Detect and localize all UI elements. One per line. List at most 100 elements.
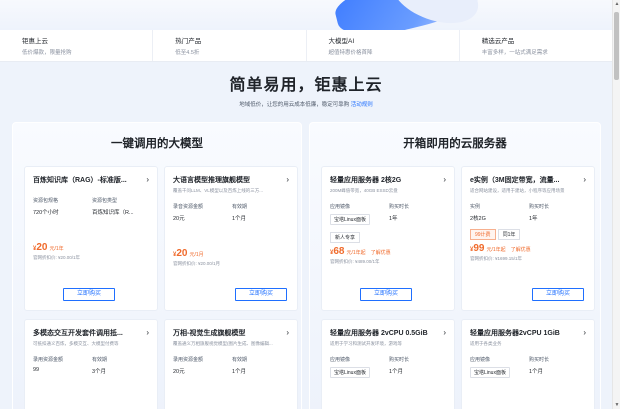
product-card[interactable]: 轻量应用服务器2vCPU 1GiB › 适用于各类业务 应用镜像 购买时长 宝塔… [461,319,595,409]
spec-value: 2核2G [470,216,486,222]
card-desc: 覆盖通义万相旗舰视觉模型(图片生成、图像编辑... [173,341,273,346]
promo-desc: 低至4.5折 [175,50,200,56]
original-price: 官网折扣价: ¥20.00/1月 [173,261,221,266]
chevron-right-icon[interactable]: › [146,329,149,337]
scroll-up-icon[interactable]: ▲ [613,1,620,7]
server-panel: 开箱即用的云服务器 轻量应用服务器 2核2G › 200M峰值带宽，40GB E… [309,122,601,409]
product-card[interactable]: 轻量应用服务器 2vCPU 0.5GiB › 适用于学习和测试开发环境，游戏等 … [321,319,455,409]
spec-value: 1年 [389,216,398,222]
spec-value: 1个月 [529,369,544,375]
spec-value: 百炼知识库（R... [92,210,134,216]
promo-title: 热门产品 [175,38,202,45]
tag: 99计费 [470,229,496,240]
chevron-right-icon[interactable]: › [443,329,446,337]
card-title: e实例（3M固定带宽，流量... [470,177,560,184]
image-select[interactable]: 宝塔Linux面板 [330,367,370,378]
hero-banner [0,0,612,30]
original-price: 官网折扣价: ¥489.00/1年 [330,259,380,264]
rules-link[interactable]: 活动规则 [351,102,373,108]
spec-value: 1个月 [232,216,247,222]
product-card[interactable]: 多模态交互开发套件调用抵... › 可抵扣通义百炼，多模交互、大模型付费等 录用… [24,319,158,409]
learn-more-link[interactable]: 了解优惠 [511,246,531,253]
spec-value: 3个月 [92,369,107,375]
price: 99 [470,243,484,254]
spec-value: 20元 [173,216,185,222]
spec-label: 购买时长 [529,204,550,210]
panel-title: 开箱即用的云服务器 [403,138,507,150]
section-subtitle-text: 地域低价，让您的用云成本低廉，稳定可靠购 [239,102,350,108]
card-title: 多模态交互开发套件调用抵... [33,330,123,337]
spec-label: 应用镜像 [330,204,351,210]
llm-panel: 一键调用的大模型 百炼知识库（RAG）-标准版... › 资源包规格 资源包类型… [12,122,302,409]
image-select[interactable]: 宝塔Linux面板 [470,367,510,378]
product-card[interactable]: 大语言模型推理旗舰模型 › 覆盖千问LLM、VL模型以及百炼上线的三方... 录… [164,166,298,311]
spec-label: 录音资源金额 [173,204,204,210]
spec-value: 720个小时 [33,210,59,216]
chevron-right-icon[interactable]: › [583,329,586,337]
promo-item[interactable]: 大模型AI 超值特惠价格首降 [307,30,460,61]
promo-item[interactable]: 精选云产品 丰富多样，一站式满足需求 [460,30,612,61]
scrollbar[interactable]: ▲ ▼ [612,0,620,409]
promo-item[interactable]: 钜惠上云 低价爆款，限量抢购 [0,30,154,61]
promo-desc: 超值特惠价格首降 [328,50,373,56]
learn-more-link[interactable]: 了解优惠 [371,249,391,256]
product-card[interactable]: e实例（3M固定带宽，流量... › 适合网站建设，适用于建站，小程序等应用场景… [461,166,595,311]
product-card[interactable]: 百炼知识库（RAG）-标准版... › 资源包规格 资源包类型 720个小时 百… [24,166,158,311]
spec-label: 有效期 [232,357,248,363]
spec-value: 1年 [529,216,538,222]
card-title: 轻量应用服务器 2核2G [330,177,402,184]
price-unit: 元/1年 [49,246,64,252]
chevron-right-icon[interactable]: › [286,329,289,337]
original-price: 官网折扣价: ¥20.00/1年 [33,255,81,260]
spec-value: 1个月 [389,369,404,375]
spec-value: 20元 [173,369,185,375]
chevron-right-icon[interactable]: › [146,176,149,184]
product-card[interactable]: 万相-视觉生成旗舰模型 › 覆盖通义万相旗舰视觉模型(图片生成、图像编辑... … [164,319,298,409]
promo-desc: 低价爆款，限量抢购 [22,50,72,56]
spec-value: 1个月 [232,369,247,375]
original-price: 官网折扣价: ¥1699.15/1年 [470,256,523,261]
chevron-right-icon[interactable]: › [583,176,586,184]
spec-label: 购买时长 [529,357,550,363]
card-desc: 适用于学习和测试开发环境，游戏等 [330,341,402,346]
spec-value: 99 [33,367,40,373]
card-title: 百炼知识库（RAG）-标准版... [33,177,127,184]
section-title: 简单易用，钜惠上云 [229,77,383,94]
price-unit: 元/1年起 [346,250,366,256]
buy-button[interactable]: 立即购买 [235,288,287,301]
card-desc: 200M峰值带宽，40GB ESSD云盘 [330,188,398,193]
promo-bar: 钜惠上云 低价爆款，限量抢购 热门产品 低至4.5折 大模型AI 超值特惠价格首… [0,30,612,62]
scroll-down-icon[interactable]: ▼ [613,402,620,408]
buy-button[interactable]: 立即购买 [63,288,115,301]
section-subtitle: 地域低价，让您的用云成本低廉，稳定可靠购 活动规则 [0,100,612,108]
price: 20 [33,242,47,253]
promo-item[interactable]: 热门产品 低至4.5折 [153,30,307,61]
card-title: 万相-视觉生成旗舰模型 [173,330,246,337]
image-select[interactable]: 宝塔Linux面板 [330,214,370,225]
price-unit: 元/1年起 [486,247,506,253]
tag: 新人专享 [330,232,361,243]
spec-label: 录用资源金额 [33,357,64,363]
spec-label: 录用资源金额 [173,357,204,363]
price: 68 [330,246,344,257]
buy-button[interactable]: 立即购买 [532,288,584,301]
spec-label: 实例 [470,204,481,210]
buy-button[interactable]: 立即购买 [360,288,412,301]
card-desc: 适用于各类业务 [470,341,502,346]
spec-label: 购买时长 [389,204,410,210]
spec-label: 购买时长 [389,357,410,363]
spec-label: 资源包规格 [33,198,59,204]
chevron-right-icon[interactable]: › [286,176,289,184]
promo-title: 钜惠上云 [22,38,48,45]
spec-label: 应用镜像 [330,357,351,363]
card-title: 轻量应用服务器2vCPU 1GiB [470,330,560,337]
chevron-right-icon[interactable]: › [443,176,446,184]
card-desc: 可抵扣通义百炼，多模交互、大模型付费等 [33,341,119,346]
spec-label: 应用镜像 [470,357,491,363]
scroll-thumb[interactable] [614,12,619,80]
product-card[interactable]: 轻量应用服务器 2核2G › 200M峰值带宽，40GB ESSD云盘 应用镜像… [321,166,455,311]
price: 20 [173,248,187,259]
promo-title: 大模型AI [328,38,355,45]
card-title: 轻量应用服务器 2vCPU 0.5GiB [330,330,428,337]
promo-title: 精选云产品 [481,38,515,45]
